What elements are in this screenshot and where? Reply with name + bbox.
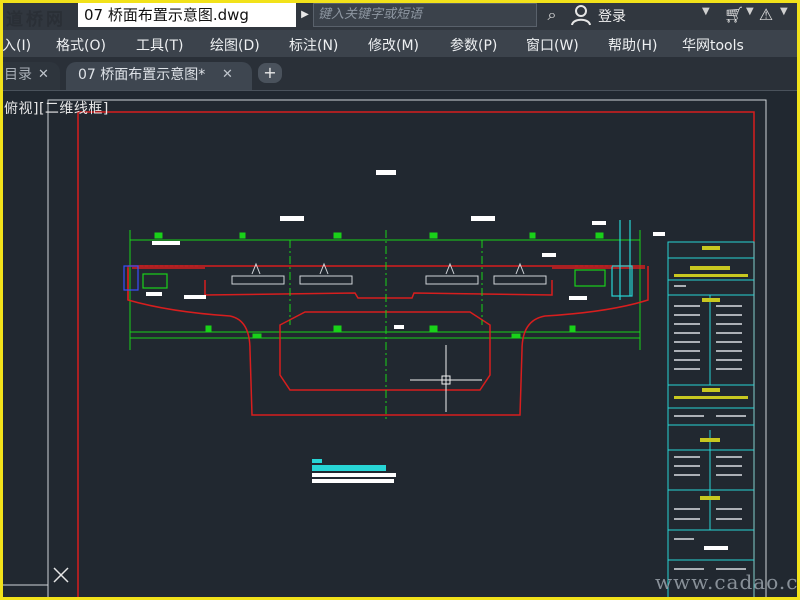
chevron-down-icon[interactable]: ▼ <box>780 6 788 17</box>
dimension-lines <box>129 230 641 350</box>
title-bar: 道桥网 07 桥面布置示意图.dwg ▶ 键入关键字或短语 ⌕ 登录 ▼ 🛒︎ … <box>0 0 800 30</box>
menu-draw[interactable]: 绘图(D) <box>210 35 260 55</box>
viewport-label[interactable]: 俯视][二维线框] <box>4 98 109 118</box>
menu-insert[interactable]: 入(I) <box>2 35 31 55</box>
menu-window[interactable]: 窗口(W) <box>526 35 579 55</box>
menu-tools-plugin[interactable]: 华网tools <box>682 35 744 55</box>
menu-bar: 入(I) 格式(O) 工具(T) 绘图(D) 标注(N) 修改(M) 参数(P)… <box>0 30 800 57</box>
menu-modify[interactable]: 修改(M) <box>368 35 419 55</box>
add-tab-button[interactable]: + <box>258 63 282 83</box>
close-icon[interactable]: ✕ <box>38 62 49 88</box>
watermark: www.cadao.com <box>655 570 800 594</box>
tab-label: 目录 <box>4 67 32 83</box>
rail-blocks <box>231 262 547 285</box>
login-button[interactable]: 登录 <box>598 6 626 26</box>
menu-tools[interactable]: 工具(T) <box>136 35 183 55</box>
tab-drawing[interactable]: 07 桥面布置示意图* ✕ <box>66 62 252 90</box>
chevron-down-icon[interactable]: ▼ <box>702 6 710 17</box>
layout-sheet <box>47 99 767 600</box>
title-block-fill <box>674 246 748 550</box>
user-icon[interactable] <box>570 4 592 26</box>
binoculars-icon[interactable]: ⌕ <box>541 4 563 26</box>
cart-icon[interactable]: 🛒︎ <box>722 4 746 26</box>
search-input[interactable]: 键入关键字或短语 <box>313 3 537 27</box>
chevron-down-icon[interactable]: ▼ <box>746 6 754 17</box>
centerlines <box>289 230 483 420</box>
close-icon[interactable]: ✕ <box>222 62 233 88</box>
menu-format[interactable]: 格式(O) <box>56 35 106 55</box>
tab-label: 07 桥面布置示意图* <box>78 67 206 83</box>
crosshair-cursor <box>410 345 482 412</box>
notes-block <box>312 459 396 483</box>
menu-dimension[interactable]: 标注(N) <box>289 35 338 55</box>
drawing-frame <box>77 111 755 600</box>
menu-help[interactable]: 帮助(H) <box>608 35 657 55</box>
menu-parametric[interactable]: 参数(P) <box>450 35 497 55</box>
ucs-icon <box>53 567 69 583</box>
document-title: 07 桥面布置示意图.dwg <box>78 3 296 27</box>
title-expand-arrow-icon[interactable]: ▶ <box>298 4 312 26</box>
drawing-canvas[interactable] <box>0 90 800 600</box>
tab-bar: 目录 ✕ 07 桥面布置示意图* ✕ <box>0 57 800 91</box>
railing-details <box>123 220 633 300</box>
logo: 道桥网 <box>6 10 66 30</box>
tab-contents[interactable]: 目录 ✕ <box>0 62 60 90</box>
annotation-tags <box>146 170 665 329</box>
exchange-icon[interactable]: ⚠︎ <box>754 4 778 26</box>
bridge-section <box>127 265 649 416</box>
